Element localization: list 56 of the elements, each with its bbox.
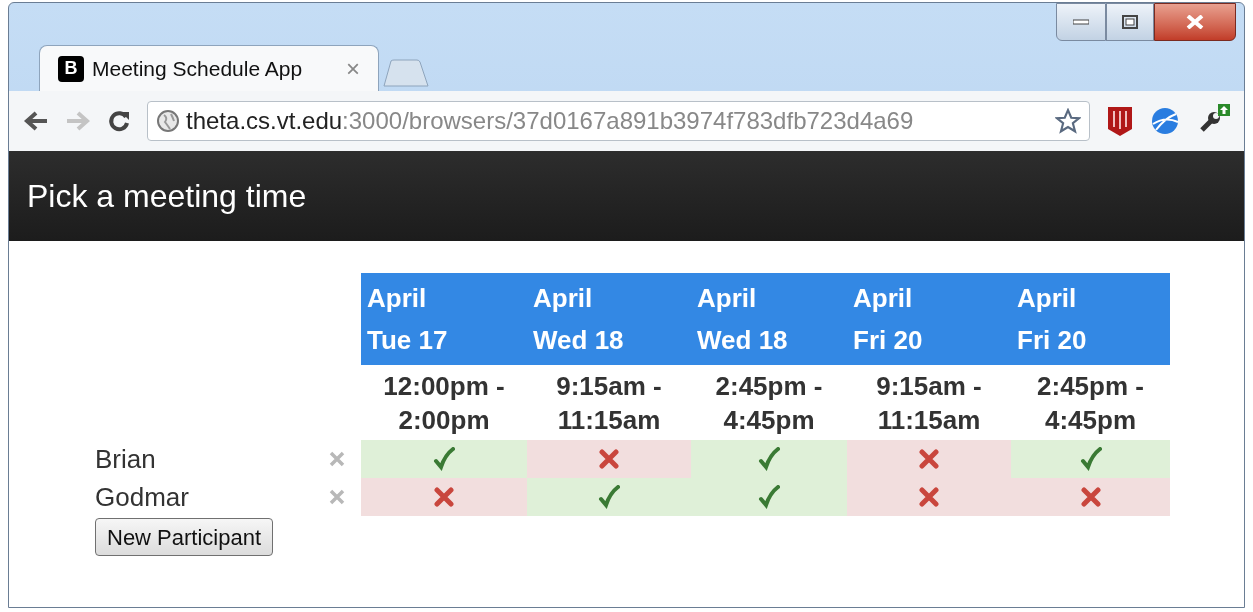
check-icon <box>758 485 780 509</box>
bookmark-shield-icon[interactable] <box>1106 105 1134 137</box>
availability-cell[interactable] <box>527 440 691 478</box>
day-label: Tue 17 <box>367 324 449 357</box>
time-range: 2:45pm - 4:45pm <box>714 369 824 437</box>
participant-name: Godmar <box>95 480 189 514</box>
cross-icon <box>1080 487 1101 507</box>
new-participant-button[interactable]: New Participant <box>95 518 274 556</box>
availability-cell[interactable] <box>691 440 847 478</box>
month-label: April <box>697 282 758 315</box>
minimize-icon <box>1073 19 1089 25</box>
check-icon <box>758 447 780 471</box>
time-range: 9:15am - 11:15am <box>875 369 983 437</box>
tab-title: Meeting Schedule App <box>92 55 303 82</box>
delete-icon[interactable] <box>329 489 345 505</box>
cross-icon <box>434 487 454 507</box>
back-icon[interactable] <box>23 110 49 132</box>
availability-cell[interactable] <box>1011 478 1170 516</box>
globe-icon <box>156 109 180 133</box>
star-icon[interactable] <box>1055 108 1081 134</box>
availability-cell[interactable] <box>847 440 1011 478</box>
time-range: 9:15am - 11:15am <box>555 369 663 437</box>
cross-icon <box>599 449 619 469</box>
day-label: Wed 18 <box>697 324 789 357</box>
month-label: April <box>1017 282 1078 315</box>
browser-tab[interactable]: B Meeting Schedule App × <box>39 45 379 91</box>
maximize-button[interactable] <box>1106 3 1154 41</box>
check-icon <box>433 447 455 471</box>
favicon: B <box>58 55 84 82</box>
availability-cell[interactable] <box>361 478 527 516</box>
availability-cell[interactable] <box>527 478 691 516</box>
month-label: April <box>853 282 914 315</box>
globe-icon[interactable] <box>1150 106 1180 136</box>
day-label: Fri 20 <box>853 324 924 357</box>
close-button[interactable] <box>1154 3 1236 41</box>
url-path: :3000/browsers/37d0167a891b3974f783dfb723d4a69 <box>342 107 914 134</box>
cross-icon <box>919 487 939 507</box>
time-range: 12:00pm - 2:00pm <box>382 369 506 437</box>
check-icon <box>1079 447 1102 471</box>
time-range: 2:45pm - 4:45pm <box>1036 369 1145 437</box>
page-title: Pick a meeting time <box>27 177 307 216</box>
maximize-icon <box>1122 15 1138 29</box>
availability-cell[interactable] <box>361 440 527 478</box>
availability-cell[interactable] <box>1011 440 1170 478</box>
day-label: Wed 18 <box>533 324 625 357</box>
participant-name: Brian <box>95 442 156 476</box>
address-bar[interactable]: theta.cs.vt.edu:3000/browsers/37d0167a891b3974f783dfb723d4a69 <box>147 101 1090 141</box>
cross-icon <box>919 449 939 469</box>
reload-icon[interactable] <box>107 109 131 133</box>
close-icon <box>1186 15 1204 29</box>
url-host: theta.cs.vt.edu <box>186 107 343 134</box>
check-icon <box>598 485 620 509</box>
day-label: Fri 20 <box>1017 324 1088 357</box>
month-label: April <box>367 282 428 315</box>
month-label: April <box>533 282 594 315</box>
delete-icon[interactable] <box>329 451 345 467</box>
